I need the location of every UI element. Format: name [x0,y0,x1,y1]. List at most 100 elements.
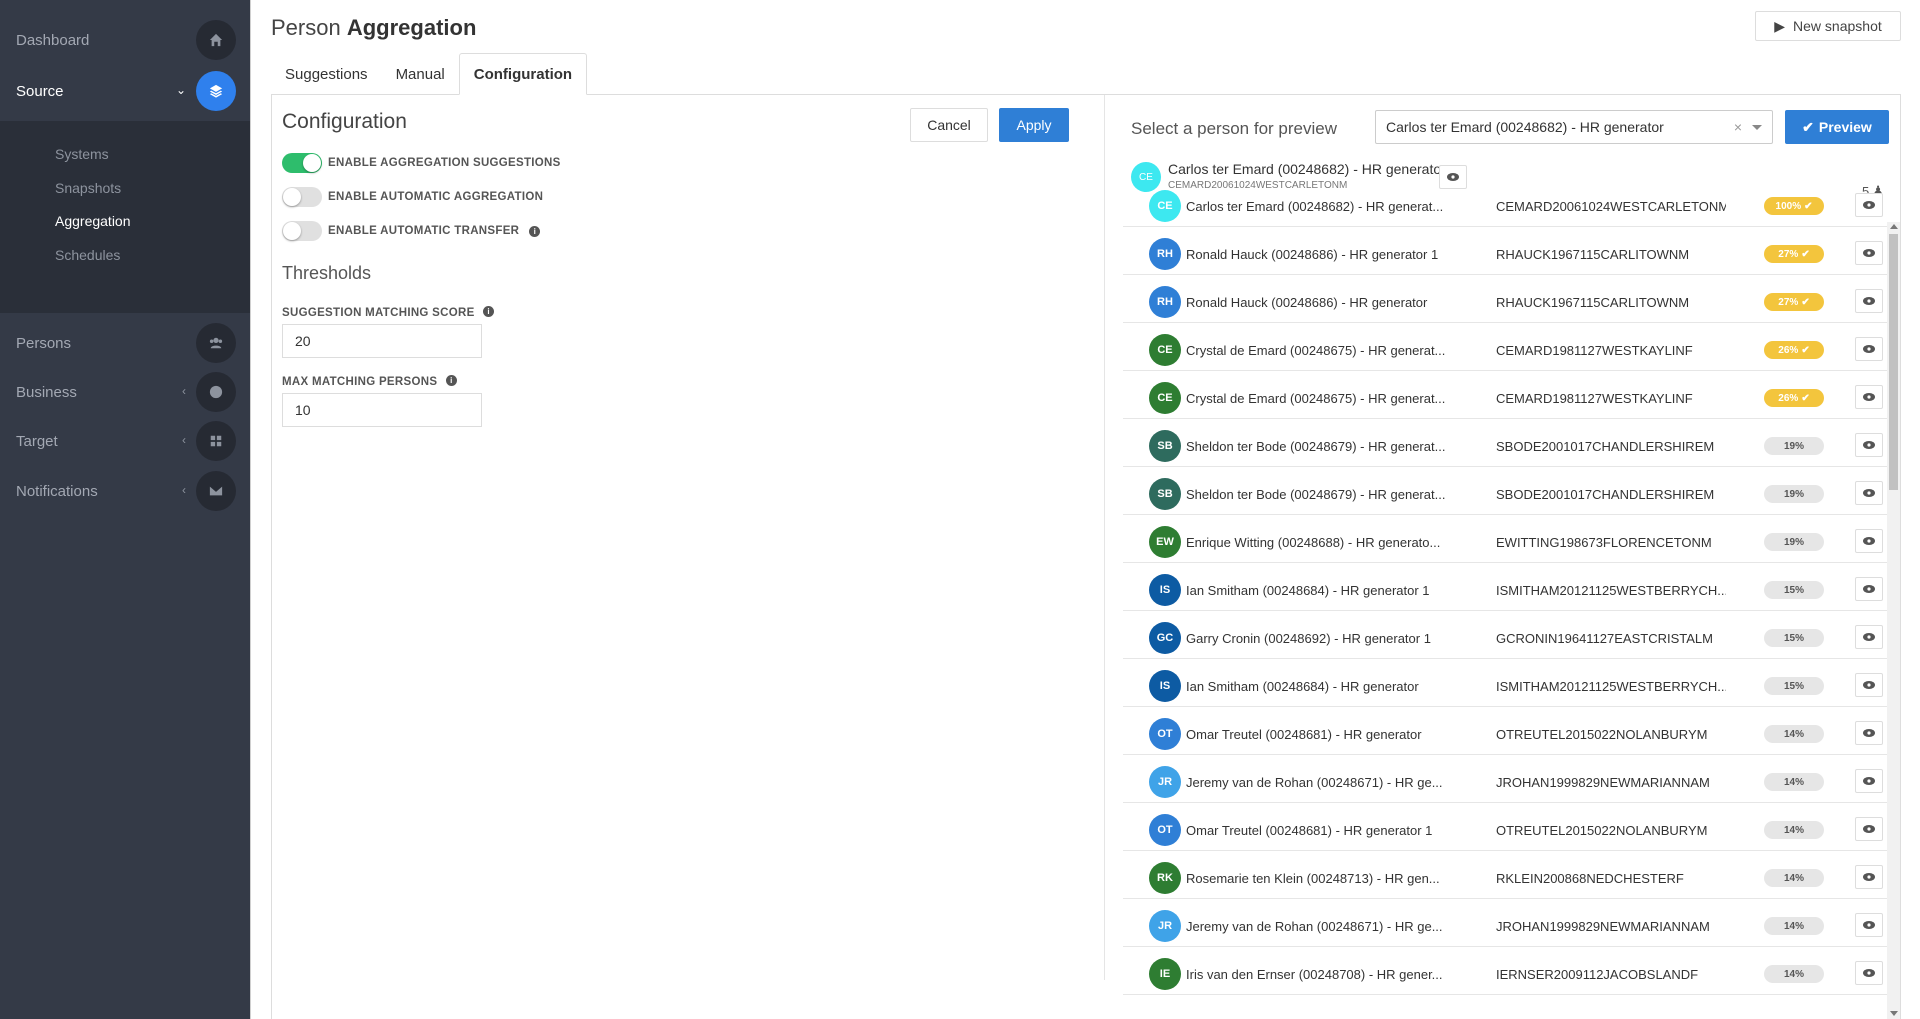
view-person-button[interactable] [1855,913,1883,937]
view-person-button[interactable] [1855,625,1883,649]
view-person-button[interactable] [1855,481,1883,505]
list-item[interactable]: IS Ian Smitham (00248684) - HR generator I… [1123,659,1888,707]
new-snapshot-button[interactable]: ▶ New snapshot [1755,11,1901,41]
nav-target[interactable]: Target ‹ [0,416,250,466]
home-icon[interactable] [196,20,236,60]
view-person-button[interactable] [1855,577,1883,601]
score-value: 14% [1783,872,1804,884]
suggestion-score-label: SUGGESTION MATCHING SCORE [282,307,475,319]
enable-suggestions-label: ENABLE AGGREGATION SUGGESTIONS [328,157,561,169]
avatar: RH [1149,238,1181,270]
list-item[interactable]: OT Omar Treutel (00248681) - HR generator… [1123,707,1888,755]
score-badge: 19% [1764,533,1824,551]
list-item[interactable]: JR Jeremy van de Rohan (00248671) - HR ge… [1123,755,1888,803]
view-person-button[interactable] [1855,817,1883,841]
tab-configuration[interactable]: Configuration [458,53,588,95]
view-person-button[interactable] [1855,769,1883,793]
list-item[interactable]: CE Crystal de Emard (00248675) - HR gener… [1123,323,1888,371]
score-badge: 14% [1764,965,1824,983]
enable-suggestions-toggle[interactable] [282,153,322,173]
nav-source-label: Source [16,82,64,100]
score-badge: 14% [1764,725,1824,743]
nav-source[interactable]: Source ⌄ [0,66,250,116]
enable-auto-transfer-toggle[interactable] [282,221,322,241]
score-value: 19% [1783,488,1804,500]
view-person-button[interactable] [1855,241,1883,265]
view-person-button[interactable] [1855,337,1883,361]
score-badge: 100% ✔ [1764,197,1824,215]
max-persons-input[interactable]: 10 [282,393,482,427]
nav-notifications[interactable]: Notifications ‹ [0,466,250,516]
grid-icon[interactable] [196,421,236,461]
list-item[interactable]: SB Sheldon ter Bode (00248679) - HR gener… [1123,419,1888,467]
list-item[interactable]: EW Enrique Witting (00248688) - HR genera… [1123,515,1888,563]
list-item[interactable]: CE Crystal de Emard (00248675) - HR gener… [1123,371,1888,419]
view-person-button[interactable] [1855,529,1883,553]
list-item[interactable]: IE Iris van den Ernser (00248708) - HR ge… [1123,947,1888,995]
submenu-snapshots[interactable]: Snapshots [55,180,121,196]
nav-persons[interactable]: Persons [0,318,250,368]
view-person-button[interactable] [1855,673,1883,697]
list-item[interactable]: OT Omar Treutel (00248681) - HR generator… [1123,803,1888,851]
info-icon[interactable]: i [529,225,541,237]
score-badge: 15% [1764,677,1824,695]
score-value: 26% [1778,392,1799,404]
view-person-button[interactable] [1855,961,1883,985]
globe-icon[interactable] [196,372,236,412]
toggle-row-automatic-transfer: ENABLE AUTOMATIC TRANSFER i [282,221,541,241]
caret-down-icon[interactable] [1752,125,1762,130]
view-person-button[interactable] [1855,721,1883,745]
nav-dashboard[interactable]: Dashboard [0,15,250,65]
apply-button[interactable]: Apply [999,108,1069,142]
list-item[interactable]: GC Garry Cronin (00248692) - HR generator… [1123,611,1888,659]
person-name: Crystal de Emard (00248675) - HR generat… [1186,343,1446,358]
new-snapshot-label: New snapshot [1793,18,1882,34]
avatar: JR [1149,766,1181,798]
cancel-button[interactable]: Cancel [910,108,988,142]
scroll-down-icon[interactable] [1890,1011,1898,1016]
eye-icon [1863,441,1875,449]
info-icon[interactable]: i [445,375,457,387]
nav-business[interactable]: Business ‹ [0,367,250,417]
list-item[interactable]: JR Jeremy van de Rohan (00248671) - HR ge… [1123,899,1888,947]
submenu-aggregation[interactable]: Aggregation [55,213,131,229]
avatar: OT [1149,814,1181,846]
view-person-button[interactable] [1855,193,1883,217]
layers-icon[interactable] [196,71,236,111]
max-persons-label-row: MAX MATCHING PERSONS i [282,372,457,390]
score-value: 14% [1783,776,1804,788]
list-item[interactable]: RH Ronald Hauck (00248686) - HR generator… [1123,275,1888,323]
avatar: RK [1149,862,1181,894]
avatar: SB [1149,430,1181,462]
score-value: 15% [1783,584,1804,596]
suggestion-score-input[interactable]: 20 [282,324,482,358]
person-identifier: JROHAN1999829NEWMARIANNAM [1496,919,1710,934]
person-name: Jeremy van de Rohan (00248671) - HR ge..… [1186,775,1443,790]
person-select[interactable]: Carlos ter Emard (00248682) - HR generat… [1375,110,1773,144]
list-item[interactable]: SB Sheldon ter Bode (00248679) - HR gener… [1123,467,1888,515]
score-badge: 26% ✔ [1764,389,1824,407]
users-icon[interactable] [196,323,236,363]
clear-icon[interactable]: × [1734,119,1742,135]
submenu-schedules[interactable]: Schedules [55,247,120,263]
view-person-button[interactable] [1855,433,1883,457]
list-item[interactable]: RK Rosemarie ten Klein (00248713) - HR ge… [1123,851,1888,899]
view-person-button[interactable] [1855,865,1883,889]
tab-suggestions[interactable]: Suggestions [271,53,382,95]
chevron-left-icon: ‹ [182,384,186,398]
enable-auto-aggregation-toggle[interactable] [282,187,322,207]
submenu-systems[interactable]: Systems [55,146,109,162]
view-person-button[interactable] [1855,385,1883,409]
score-badge: 27% ✔ [1764,293,1824,311]
scroll-thumb[interactable] [1889,234,1898,490]
tab-manual[interactable]: Manual [382,53,459,95]
list-item[interactable]: CE Carlos ter Emard (00248682) - HR gener… [1123,179,1888,227]
scroll-up-icon[interactable] [1890,224,1898,229]
list-item[interactable]: IS Ian Smitham (00248684) - HR generator … [1123,563,1888,611]
view-person-button[interactable] [1855,289,1883,313]
preview-button[interactable]: ✔ Preview [1785,110,1889,144]
info-icon[interactable]: i [483,306,495,318]
envelope-icon[interactable] [196,471,236,511]
list-scrollbar[interactable] [1887,222,1900,1019]
list-item[interactable]: RH Ronald Hauck (00248686) - HR generator… [1123,227,1888,275]
